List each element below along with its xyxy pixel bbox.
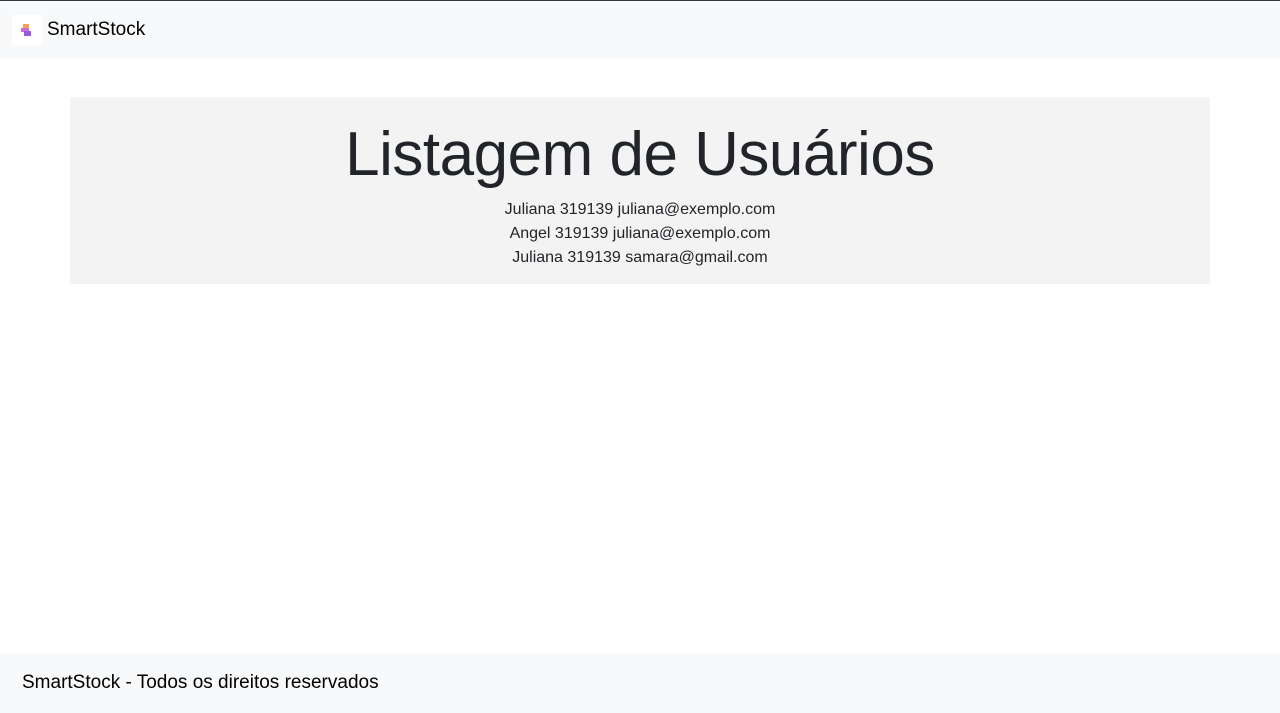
logo-icon [12, 15, 42, 45]
page-title: Listagem de Usuários [345, 120, 935, 189]
brand-link[interactable]: SmartStock [12, 15, 145, 45]
users-panel: Listagem de Usuários Juliana 319139 juli… [70, 97, 1210, 284]
footer: SmartStock - Todos os direitos reservado… [0, 653, 1280, 713]
user-list: Juliana 319139 juliana@exemplo.com Angel… [70, 198, 1210, 270]
list-item: Juliana 319139 samara@gmail.com [512, 249, 768, 266]
list-item: Juliana 319139 juliana@exemplo.com [504, 201, 776, 218]
footer-text: SmartStock - Todos os direitos reservado… [22, 672, 379, 693]
navbar: SmartStock [0, 0, 1280, 59]
list-item: Angel 319139 juliana@exemplo.com [509, 225, 771, 242]
brand-name: SmartStock [47, 19, 146, 40]
